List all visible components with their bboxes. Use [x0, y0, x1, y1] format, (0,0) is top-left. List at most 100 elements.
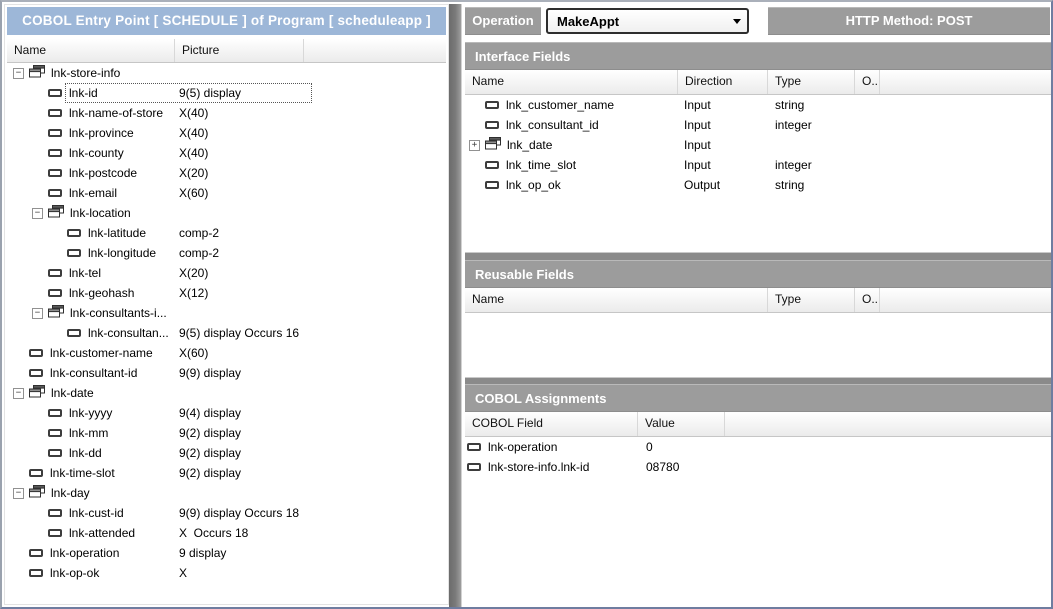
row-picture: 9(4) display — [179, 403, 241, 423]
table-row[interactable]: − lnk-day — [7, 483, 446, 503]
row-name: lnk-id — [67, 86, 100, 100]
table-row[interactable]: lnk-yyyy9(4) display — [7, 403, 446, 423]
row-name: lnk-operation — [48, 546, 121, 560]
collapse-icon[interactable]: − — [13, 488, 24, 499]
group-field-icon — [485, 137, 501, 153]
table-row[interactable]: lnk-op-okX — [7, 563, 446, 583]
table-row[interactable]: lnk_consultant_idInputinteger — [465, 115, 1051, 135]
column-header-value: Value — [638, 412, 725, 436]
table-row[interactable]: lnk-store-info.lnk-id08780 — [465, 457, 1051, 477]
field-icon — [67, 329, 81, 337]
row-picture: 9(2) display — [179, 423, 241, 443]
field-icon — [29, 469, 43, 477]
collapse-icon[interactable]: − — [32, 208, 43, 219]
group-field-icon — [48, 205, 64, 221]
row-name: lnk-email — [67, 186, 119, 200]
table-row[interactable]: lnk-latitudecomp-2 — [7, 223, 446, 243]
column-header-type: Type — [768, 70, 855, 94]
field-icon — [67, 229, 81, 237]
interface-fields-section: Interface Fields Name Direction Type O..… — [465, 42, 1051, 252]
interface-fields-rows: lnk_customer_nameInputstring lnk_consulta… — [465, 95, 1051, 195]
table-row[interactable]: lnk-postcodeX(20) — [7, 163, 446, 183]
table-row[interactable]: −lnk-store-info — [7, 63, 446, 83]
panel-splitter[interactable] — [449, 4, 461, 609]
column-header-direction: Direction — [678, 70, 768, 94]
collapse-icon[interactable]: − — [32, 308, 43, 319]
field-icon — [48, 509, 62, 517]
table-row[interactable]: lnk_customer_nameInputstring — [465, 95, 1051, 115]
row-picture: 9(9) display Occurs 18 — [179, 503, 299, 523]
table-row[interactable]: lnk-time-slot9(2) display — [7, 463, 446, 483]
operation-selected-value: MakeAppt — [557, 14, 733, 29]
table-row[interactable]: +lnk_dateInput — [465, 135, 1051, 155]
field-icon — [48, 449, 62, 457]
table-row[interactable]: lnk-name-of-store X(40) — [7, 103, 446, 123]
row-name: lnk-location — [68, 206, 133, 220]
row-name: lnk-day — [49, 486, 92, 500]
table-row[interactable]: lnk-telX(20) — [7, 263, 446, 283]
table-row[interactable]: − lnk-location — [7, 203, 446, 223]
row-name: lnk-geohash — [67, 286, 136, 300]
table-row[interactable]: lnk-geohashX(12) — [7, 283, 446, 303]
table-row[interactable]: lnk-attendedX Occurs 18 — [7, 523, 446, 543]
row-name: lnk_consultant_id — [504, 118, 601, 132]
field-icon — [48, 269, 62, 277]
table-row[interactable]: lnk-cust-id 9(9) display Occurs 18 — [7, 503, 446, 523]
row-name: lnk-name-of-store — [67, 106, 165, 120]
table-row[interactable]: lnk_time_slotInputinteger — [465, 155, 1051, 175]
row-picture: X(60) — [179, 343, 208, 363]
row-name: lnk-cust-id — [67, 506, 126, 520]
column-header-blank — [880, 288, 1051, 312]
table-row[interactable]: lnk-consultant-id9(9) display — [7, 363, 446, 383]
expand-icon[interactable]: + — [469, 140, 480, 151]
row-type: string — [775, 175, 804, 195]
table-row[interactable]: lnk-customer-nameX(60) — [7, 343, 446, 363]
table-row[interactable]: − lnk-consultants-i... — [7, 303, 446, 323]
table-row[interactable]: lnk-countyX(40) — [7, 143, 446, 163]
row-name: lnk-consultants-i... — [68, 306, 169, 320]
column-header-blank — [880, 70, 1051, 94]
field-icon — [485, 181, 499, 189]
row-direction: Input — [684, 115, 711, 135]
table-row[interactable]: lnk-operation9 display — [7, 543, 446, 563]
table-row[interactable]: lnk-operation 0 — [465, 437, 1051, 457]
column-header-name: Name — [465, 288, 768, 312]
collapse-icon[interactable]: − — [13, 388, 24, 399]
field-icon — [48, 89, 62, 97]
field-icon — [48, 129, 62, 137]
table-row[interactable]: lnk-dd9(2) display — [7, 443, 446, 463]
operation-select[interactable]: MakeAppt — [546, 8, 749, 34]
table-row[interactable]: −lnk-date — [7, 383, 446, 403]
app-window: COBOL Entry Point [ SCHEDULE ] of Progra… — [0, 0, 1053, 609]
row-value: 0 — [646, 437, 653, 457]
table-row[interactable]: lnk-consultan...9(5) display Occurs 16 — [7, 323, 446, 343]
field-icon — [48, 149, 62, 157]
cobol-entry-point-panel: COBOL Entry Point [ SCHEDULE ] of Progra… — [4, 4, 449, 605]
field-icon — [48, 189, 62, 197]
table-row[interactable]: lnk_op_okOutputstring — [465, 175, 1051, 195]
collapse-icon[interactable]: − — [13, 68, 24, 79]
row-type: integer — [775, 155, 812, 175]
left-column-header: Name Picture — [7, 39, 446, 63]
row-direction: Input — [684, 135, 711, 155]
table-row[interactable]: lnk-id9(5) display — [7, 83, 446, 103]
row-cobol-field: lnk-operation — [486, 440, 559, 454]
row-picture: X(20) — [179, 163, 208, 183]
reusable-fields-title: Reusable Fields — [465, 260, 1051, 288]
group-field-icon — [29, 385, 45, 401]
table-row[interactable]: lnk-mm 9(2) display — [7, 423, 446, 443]
row-picture: X(20) — [179, 263, 208, 283]
row-type: string — [775, 95, 804, 115]
field-icon — [48, 169, 62, 177]
table-row[interactable]: lnk-longitudecomp-2 — [7, 243, 446, 263]
row-picture: X(40) — [179, 103, 208, 123]
row-name: lnk-mm — [67, 426, 110, 440]
table-row[interactable]: lnk-emailX(60) — [7, 183, 446, 203]
column-header-name: Name — [465, 70, 678, 94]
field-icon — [467, 443, 481, 451]
row-name: lnk-county — [67, 146, 126, 160]
field-icon — [29, 549, 43, 557]
row-direction: Input — [684, 155, 711, 175]
row-picture: X Occurs 18 — [179, 523, 248, 543]
table-row[interactable]: lnk-provinceX(40) — [7, 123, 446, 143]
